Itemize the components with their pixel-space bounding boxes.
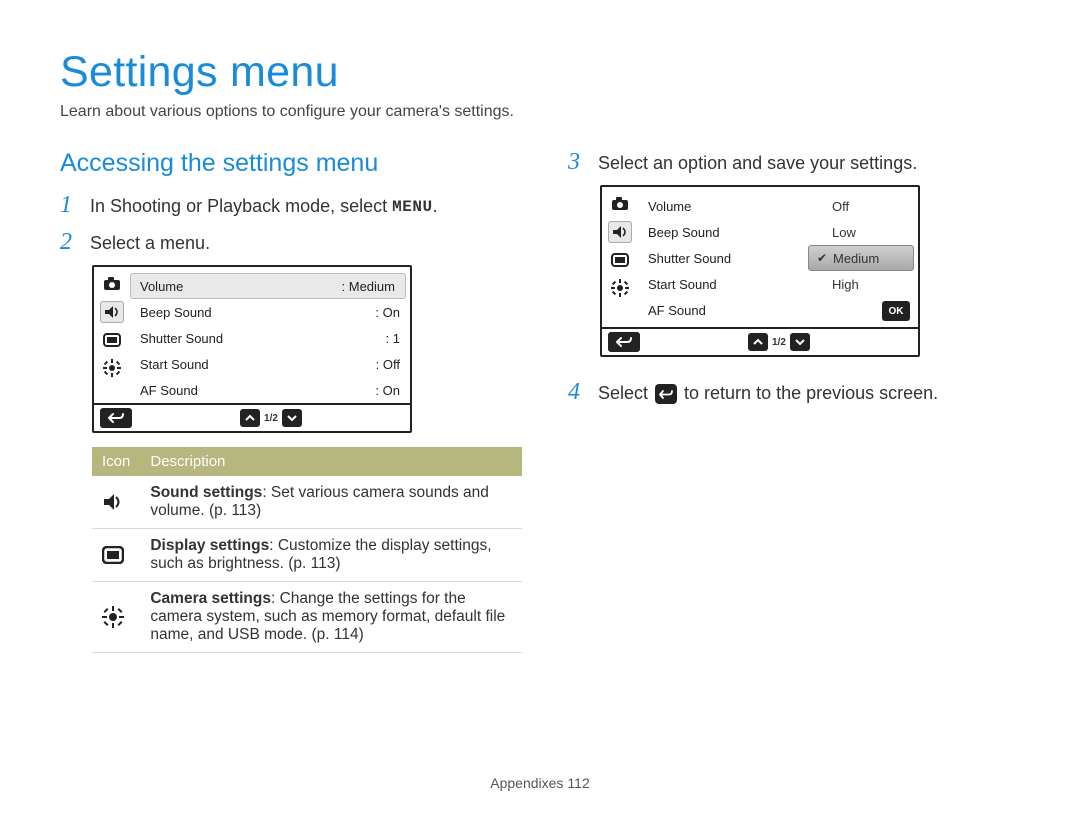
- gear-icon: [608, 277, 632, 299]
- pager: 1/2: [748, 333, 810, 351]
- chevron-up-icon: [748, 333, 768, 351]
- chevron-up-icon: [240, 409, 260, 427]
- settings-row: Start SoundOff: [130, 351, 410, 377]
- settings-list: VolumeMedium Beep SoundOn Shutter Sound1…: [130, 267, 410, 403]
- display-icon: [608, 249, 632, 271]
- option-row-selected: ✔Medium: [808, 245, 914, 271]
- page-footer: Appendixes112: [0, 775, 1080, 791]
- step-2: 2 Select a menu.: [60, 229, 512, 255]
- step-1: 1 In Shooting or Playback mode, select M…: [60, 192, 512, 219]
- step-text: Select an option and save your settings.: [598, 149, 917, 175]
- option-row: Low: [808, 219, 914, 245]
- back-icon: [100, 408, 132, 428]
- step-number: 4: [568, 379, 586, 405]
- sound-icon: [92, 476, 140, 529]
- step-number: 1: [60, 192, 78, 218]
- settings-sidebar: [94, 267, 130, 403]
- gear-icon: [100, 357, 124, 379]
- step-3: 3 Select an option and save your setting…: [568, 149, 1020, 175]
- step-4: 4 Select to return to the previous scree…: [568, 379, 1020, 405]
- option-row: Off: [808, 193, 914, 219]
- screen-footer: 1/2: [94, 403, 410, 431]
- back-icon: [655, 384, 677, 404]
- step-text: In Shooting or Playback mode, select MEN…: [90, 192, 438, 219]
- settings-sidebar: [602, 187, 638, 327]
- option-panel: Off Low ✔Medium High OK: [808, 193, 914, 327]
- gear-icon: [92, 582, 140, 653]
- camera-icon: [100, 273, 124, 295]
- back-icon: [608, 332, 640, 352]
- camera-icon: [608, 193, 632, 215]
- table-header-icon: Icon: [92, 447, 140, 476]
- page-subtitle: Learn about various options to configure…: [60, 103, 1020, 121]
- settings-screen-1: VolumeMedium Beep SoundOn Shutter Sound1…: [92, 265, 412, 433]
- settings-screen-2: Volume Beep Sound Shutter Sound Start So…: [600, 185, 920, 357]
- table-row: Sound settings: Set various camera sound…: [92, 476, 522, 529]
- settings-row: AF Sound: [638, 297, 808, 323]
- check-icon: ✔: [817, 251, 829, 265]
- table-row: Camera settings: Change the settings for…: [92, 582, 522, 653]
- icon-description-table: Icon Description Sound settings: Set var…: [92, 447, 522, 653]
- screen-footer: 1/2: [602, 327, 918, 355]
- page-title: Settings menu: [60, 48, 1020, 97]
- table-row: Display settings: Customize the display …: [92, 529, 522, 582]
- settings-row: Shutter Sound: [638, 245, 808, 271]
- option-row: High: [808, 271, 914, 297]
- sound-icon: [100, 301, 124, 323]
- settings-row: Volume: [638, 193, 808, 219]
- pager: 1/2: [240, 409, 302, 427]
- settings-row: Start Sound: [638, 271, 808, 297]
- settings-list: Volume Beep Sound Shutter Sound Start So…: [638, 187, 808, 327]
- settings-row: Beep Sound: [638, 219, 808, 245]
- step-number: 2: [60, 229, 78, 255]
- sound-icon: [608, 221, 632, 243]
- section-heading: Accessing the settings menu: [60, 149, 512, 178]
- step-number: 3: [568, 149, 586, 175]
- table-header-description: Description: [140, 447, 522, 476]
- step-text: Select to return to the previous screen.: [598, 379, 938, 405]
- settings-row: Beep SoundOn: [130, 299, 410, 325]
- chevron-down-icon: [790, 333, 810, 351]
- chevron-down-icon: [282, 409, 302, 427]
- settings-row: Shutter Sound1: [130, 325, 410, 351]
- display-icon: [92, 529, 140, 582]
- step-text: Select a menu.: [90, 229, 210, 255]
- display-icon: [100, 329, 124, 351]
- settings-row: AF SoundOn: [130, 377, 410, 403]
- settings-row: VolumeMedium: [130, 273, 406, 299]
- ok-button: OK: [882, 301, 910, 321]
- menu-token: MENU: [392, 195, 432, 219]
